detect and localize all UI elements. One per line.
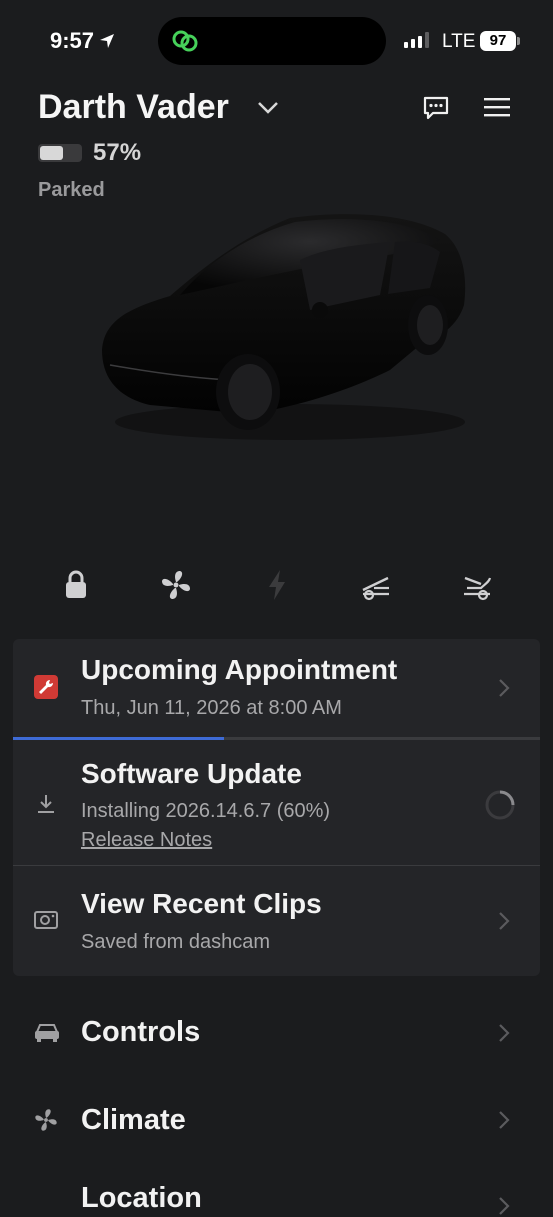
recent-clips-title: View Recent Clips xyxy=(81,888,322,919)
location-arrow-icon xyxy=(100,34,115,48)
download-icon xyxy=(38,795,54,813)
software-update-title: Software Update xyxy=(81,758,302,789)
status-time: 9:57 xyxy=(50,28,116,54)
car-icon xyxy=(35,1024,59,1042)
appointment-title: Upcoming Appointment xyxy=(81,654,398,685)
chevron-right-icon[interactable] xyxy=(497,1195,511,1217)
recent-clips-row[interactable] xyxy=(13,866,540,976)
wrench-icon xyxy=(34,675,58,699)
phone-battery: 97 xyxy=(480,31,516,51)
chevron-down-icon[interactable] xyxy=(256,98,280,118)
trunk-icon[interactable] xyxy=(461,568,493,602)
chevron-right-icon[interactable] xyxy=(497,910,511,932)
menu-label-climate: Climate xyxy=(81,1104,186,1136)
message-icon[interactable] xyxy=(421,94,451,122)
charge-bolt-icon[interactable] xyxy=(261,568,293,602)
chevron-right-icon[interactable] xyxy=(497,1109,511,1131)
software-update-subtitle: Installing 2026.14.6.7 (60%) xyxy=(81,800,331,822)
fan-icon xyxy=(35,1109,57,1131)
car-image[interactable] xyxy=(90,200,480,450)
menu-label-location: Location xyxy=(81,1182,202,1214)
release-notes-link[interactable]: Release Notes xyxy=(81,829,212,852)
loading-spinner-icon xyxy=(485,790,515,820)
menu-label-controls: Controls xyxy=(81,1016,201,1048)
recent-clips-subtitle: Saved from dashcam xyxy=(81,931,270,953)
link-rings-icon xyxy=(172,30,198,52)
chevron-right-icon[interactable] xyxy=(497,1022,511,1044)
signal-strength-icon xyxy=(404,32,429,48)
battery-percent: 57% xyxy=(93,139,142,166)
lock-icon[interactable] xyxy=(60,568,92,602)
dashcam-icon xyxy=(34,911,58,929)
status-time-text: 9:57 xyxy=(50,28,95,53)
network-type: LTE xyxy=(442,31,476,52)
phone-battery-cap xyxy=(517,37,520,45)
car-name[interactable]: Darth Vader xyxy=(38,88,229,127)
vehicle-state: Parked xyxy=(38,179,105,201)
fan-icon[interactable] xyxy=(160,568,192,602)
chevron-right-icon[interactable] xyxy=(497,677,511,699)
frunk-icon[interactable] xyxy=(360,568,392,602)
appointment-subtitle: Thu, Jun 11, 2026 at 8:00 AM xyxy=(81,697,342,719)
hamburger-menu-icon[interactable] xyxy=(483,96,511,118)
car-battery-level xyxy=(40,146,63,160)
